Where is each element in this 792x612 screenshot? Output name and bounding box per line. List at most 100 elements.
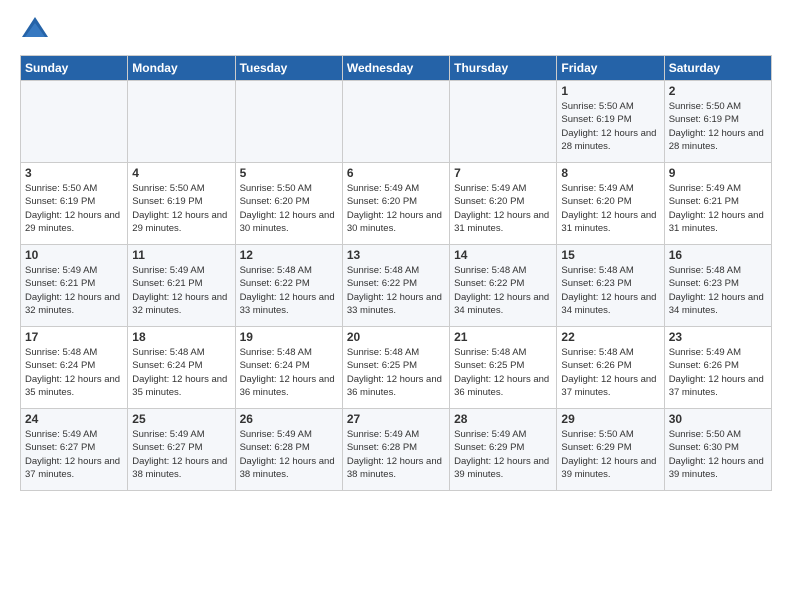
- day-number: 28: [454, 412, 552, 426]
- day-info: Sunrise: 5:48 AM Sunset: 6:24 PM Dayligh…: [132, 346, 230, 399]
- day-number: 30: [669, 412, 767, 426]
- day-info: Sunrise: 5:48 AM Sunset: 6:25 PM Dayligh…: [347, 346, 445, 399]
- day-cell: 27 Sunrise: 5:49 AM Sunset: 6:28 PM Dayli…: [342, 409, 449, 491]
- day-info: Sunrise: 5:50 AM Sunset: 6:19 PM Dayligh…: [669, 100, 767, 153]
- day-info: Sunrise: 5:49 AM Sunset: 6:27 PM Dayligh…: [132, 428, 230, 481]
- day-cell: 2 Sunrise: 5:50 AM Sunset: 6:19 PM Daylig…: [664, 81, 771, 163]
- day-info: Sunrise: 5:49 AM Sunset: 6:29 PM Dayligh…: [454, 428, 552, 481]
- day-cell: 24 Sunrise: 5:49 AM Sunset: 6:27 PM Dayli…: [21, 409, 128, 491]
- day-cell: 21 Sunrise: 5:48 AM Sunset: 6:25 PM Dayli…: [450, 327, 557, 409]
- day-cell: 14 Sunrise: 5:48 AM Sunset: 6:22 PM Dayli…: [450, 245, 557, 327]
- week-row-1: 1 Sunrise: 5:50 AM Sunset: 6:19 PM Daylig…: [21, 81, 772, 163]
- day-number: 24: [25, 412, 123, 426]
- day-cell: 7 Sunrise: 5:49 AM Sunset: 6:20 PM Daylig…: [450, 163, 557, 245]
- day-number: 15: [561, 248, 659, 262]
- day-cell: 10 Sunrise: 5:49 AM Sunset: 6:21 PM Dayli…: [21, 245, 128, 327]
- day-number: 3: [25, 166, 123, 180]
- day-number: 22: [561, 330, 659, 344]
- page-container: SundayMondayTuesdayWednesdayThursdayFrid…: [0, 0, 792, 501]
- day-info: Sunrise: 5:48 AM Sunset: 6:25 PM Dayligh…: [454, 346, 552, 399]
- day-cell: 30 Sunrise: 5:50 AM Sunset: 6:30 PM Dayli…: [664, 409, 771, 491]
- day-cell: [128, 81, 235, 163]
- week-row-3: 10 Sunrise: 5:49 AM Sunset: 6:21 PM Dayli…: [21, 245, 772, 327]
- day-cell: 28 Sunrise: 5:49 AM Sunset: 6:29 PM Dayli…: [450, 409, 557, 491]
- day-info: Sunrise: 5:49 AM Sunset: 6:20 PM Dayligh…: [561, 182, 659, 235]
- day-number: 26: [240, 412, 338, 426]
- day-cell: 13 Sunrise: 5:48 AM Sunset: 6:22 PM Dayli…: [342, 245, 449, 327]
- day-number: 21: [454, 330, 552, 344]
- day-cell: [450, 81, 557, 163]
- day-cell: 5 Sunrise: 5:50 AM Sunset: 6:20 PM Daylig…: [235, 163, 342, 245]
- day-info: Sunrise: 5:49 AM Sunset: 6:28 PM Dayligh…: [347, 428, 445, 481]
- day-info: Sunrise: 5:49 AM Sunset: 6:27 PM Dayligh…: [25, 428, 123, 481]
- header-row: SundayMondayTuesdayWednesdayThursdayFrid…: [21, 56, 772, 81]
- day-info: Sunrise: 5:48 AM Sunset: 6:24 PM Dayligh…: [240, 346, 338, 399]
- day-info: Sunrise: 5:50 AM Sunset: 6:29 PM Dayligh…: [561, 428, 659, 481]
- day-cell: 23 Sunrise: 5:49 AM Sunset: 6:26 PM Dayli…: [664, 327, 771, 409]
- col-header-saturday: Saturday: [664, 56, 771, 81]
- day-cell: 29 Sunrise: 5:50 AM Sunset: 6:29 PM Dayli…: [557, 409, 664, 491]
- col-header-sunday: Sunday: [21, 56, 128, 81]
- day-info: Sunrise: 5:49 AM Sunset: 6:21 PM Dayligh…: [25, 264, 123, 317]
- calendar-table: SundayMondayTuesdayWednesdayThursdayFrid…: [20, 55, 772, 491]
- day-number: 18: [132, 330, 230, 344]
- logo: [20, 15, 54, 45]
- day-number: 10: [25, 248, 123, 262]
- day-info: Sunrise: 5:48 AM Sunset: 6:22 PM Dayligh…: [240, 264, 338, 317]
- day-info: Sunrise: 5:49 AM Sunset: 6:21 PM Dayligh…: [669, 182, 767, 235]
- day-info: Sunrise: 5:49 AM Sunset: 6:26 PM Dayligh…: [669, 346, 767, 399]
- day-cell: 4 Sunrise: 5:50 AM Sunset: 6:19 PM Daylig…: [128, 163, 235, 245]
- day-number: 5: [240, 166, 338, 180]
- day-info: Sunrise: 5:49 AM Sunset: 6:20 PM Dayligh…: [454, 182, 552, 235]
- day-cell: 20Sunrise: 5:48 AM Sunset: 6:25 PM Dayli…: [342, 327, 449, 409]
- header: [20, 15, 772, 45]
- day-info: Sunrise: 5:50 AM Sunset: 6:19 PM Dayligh…: [25, 182, 123, 235]
- day-cell: 8 Sunrise: 5:49 AM Sunset: 6:20 PM Daylig…: [557, 163, 664, 245]
- day-number: 27: [347, 412, 445, 426]
- day-cell: 1Sunrise: 5:50 AM Sunset: 6:19 PM Daylig…: [557, 81, 664, 163]
- col-header-friday: Friday: [557, 56, 664, 81]
- day-info: Sunrise: 5:48 AM Sunset: 6:22 PM Dayligh…: [454, 264, 552, 317]
- day-cell: 18 Sunrise: 5:48 AM Sunset: 6:24 PM Dayli…: [128, 327, 235, 409]
- day-number: 1: [561, 84, 659, 98]
- day-info: Sunrise: 5:48 AM Sunset: 6:23 PM Dayligh…: [561, 264, 659, 317]
- day-info: Sunrise: 5:50 AM Sunset: 6:30 PM Dayligh…: [669, 428, 767, 481]
- day-number: 4: [132, 166, 230, 180]
- day-number: 23: [669, 330, 767, 344]
- day-number: 2: [669, 84, 767, 98]
- day-number: 6: [347, 166, 445, 180]
- week-row-2: 3 Sunrise: 5:50 AM Sunset: 6:19 PM Daylig…: [21, 163, 772, 245]
- day-number: 19: [240, 330, 338, 344]
- day-cell: 25Sunrise: 5:49 AM Sunset: 6:27 PM Dayli…: [128, 409, 235, 491]
- day-cell: 3 Sunrise: 5:50 AM Sunset: 6:19 PM Daylig…: [21, 163, 128, 245]
- day-cell: 17 Sunrise: 5:48 AM Sunset: 6:24 PM Dayli…: [21, 327, 128, 409]
- day-number: 13: [347, 248, 445, 262]
- day-info: Sunrise: 5:48 AM Sunset: 6:26 PM Dayligh…: [561, 346, 659, 399]
- day-cell: 6Sunrise: 5:49 AM Sunset: 6:20 PM Daylig…: [342, 163, 449, 245]
- week-row-5: 24 Sunrise: 5:49 AM Sunset: 6:27 PM Dayli…: [21, 409, 772, 491]
- day-number: 29: [561, 412, 659, 426]
- day-cell: 16Sunrise: 5:48 AM Sunset: 6:23 PM Dayli…: [664, 245, 771, 327]
- col-header-tuesday: Tuesday: [235, 56, 342, 81]
- day-info: Sunrise: 5:50 AM Sunset: 6:20 PM Dayligh…: [240, 182, 338, 235]
- day-number: 7: [454, 166, 552, 180]
- day-number: 8: [561, 166, 659, 180]
- week-row-4: 17 Sunrise: 5:48 AM Sunset: 6:24 PM Dayli…: [21, 327, 772, 409]
- day-cell: [21, 81, 128, 163]
- day-info: Sunrise: 5:49 AM Sunset: 6:28 PM Dayligh…: [240, 428, 338, 481]
- col-header-thursday: Thursday: [450, 56, 557, 81]
- day-info: Sunrise: 5:50 AM Sunset: 6:19 PM Dayligh…: [132, 182, 230, 235]
- day-number: 9: [669, 166, 767, 180]
- logo-icon: [20, 15, 50, 45]
- day-number: 17: [25, 330, 123, 344]
- day-number: 12: [240, 248, 338, 262]
- day-cell: 9 Sunrise: 5:49 AM Sunset: 6:21 PM Daylig…: [664, 163, 771, 245]
- day-cell: [342, 81, 449, 163]
- col-header-wednesday: Wednesday: [342, 56, 449, 81]
- day-number: 14: [454, 248, 552, 262]
- day-info: Sunrise: 5:48 AM Sunset: 6:22 PM Dayligh…: [347, 264, 445, 317]
- day-info: Sunrise: 5:49 AM Sunset: 6:21 PM Dayligh…: [132, 264, 230, 317]
- day-cell: [235, 81, 342, 163]
- day-info: Sunrise: 5:48 AM Sunset: 6:23 PM Dayligh…: [669, 264, 767, 317]
- day-info: Sunrise: 5:48 AM Sunset: 6:24 PM Dayligh…: [25, 346, 123, 399]
